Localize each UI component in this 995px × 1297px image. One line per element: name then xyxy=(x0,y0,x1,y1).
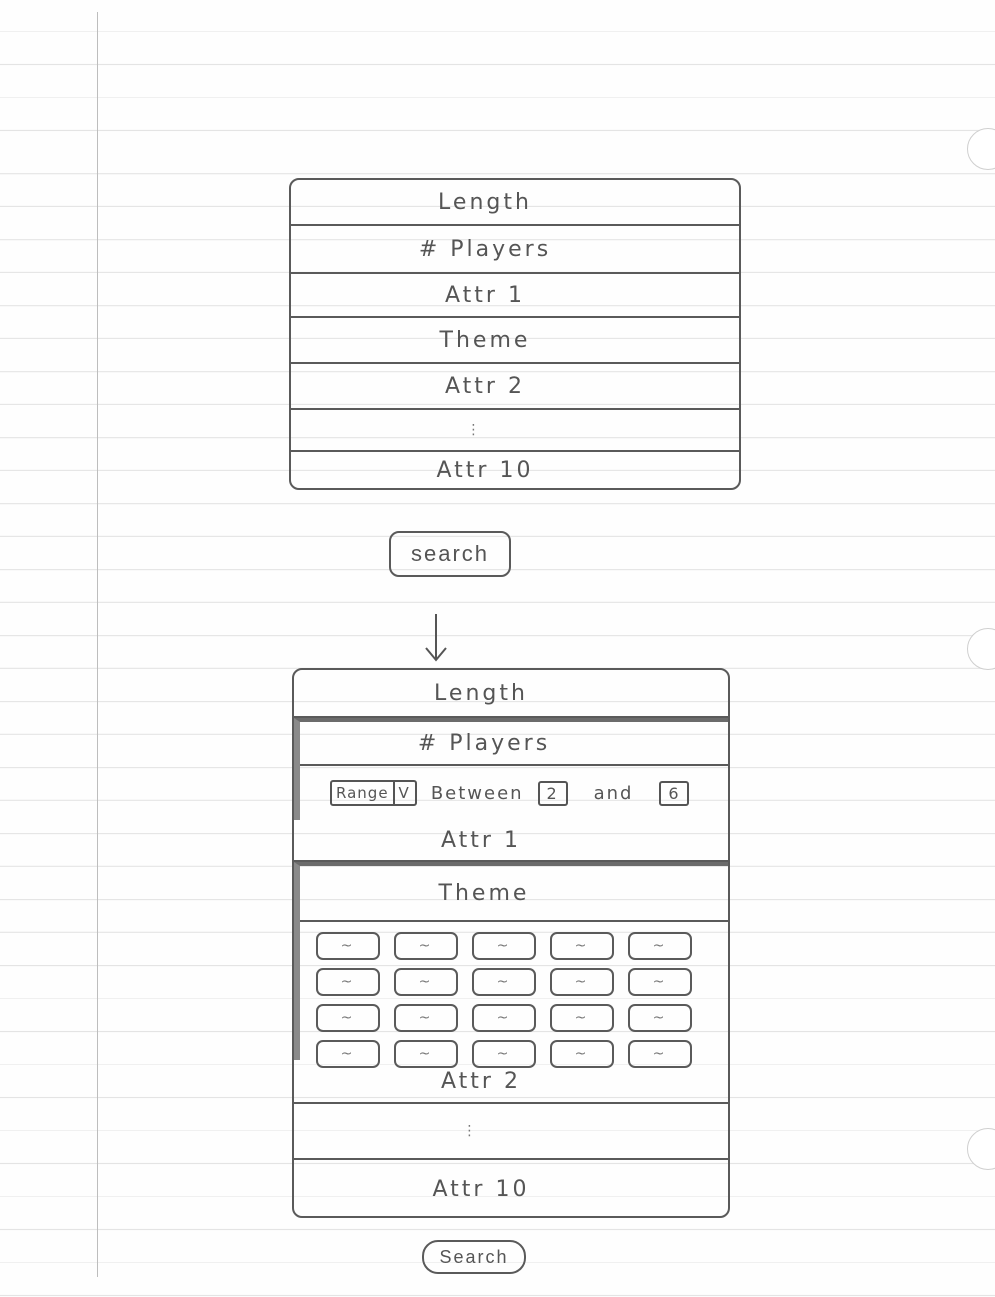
theme-chip[interactable]: ~ xyxy=(316,968,380,996)
theme-chip[interactable]: ~ xyxy=(394,1004,458,1032)
attr-row-label: Attr 2 xyxy=(445,373,525,399)
theme-expanded-section: Theme ~ ~ ~ ~ ~ ~ ~ ~ ~ ~ ~ ~ ~ ~ ~ ~ ~ ~ ~ ~ xyxy=(294,862,728,1068)
attribute-list-collapsed: Length # Players Attr 1 Theme Attr 2 ⋮ A… xyxy=(289,178,741,490)
attr-row-label: Attr 2 xyxy=(441,1068,521,1094)
attr-row-label: Attr 1 xyxy=(445,282,525,308)
players-expanded-section: # Players Range V Between 2 and 6 xyxy=(294,718,728,820)
theme-chip[interactable]: ~ xyxy=(316,932,380,960)
attribute-list-expanded: Length # Players Range V Between 2 and 6… xyxy=(292,668,730,1218)
theme-chip[interactable]: ~ xyxy=(472,932,536,960)
search-button[interactable]: Search xyxy=(422,1240,526,1274)
more-attributes-ellipsis: ⋮ xyxy=(466,422,484,438)
filter-mode-value: Range xyxy=(332,782,395,804)
attr-row-label: Length xyxy=(434,680,528,706)
attr-row-theme[interactable]: Theme xyxy=(300,866,728,922)
attr-row-label: Length xyxy=(438,189,532,215)
attr-row-label: # Players xyxy=(418,236,552,262)
attr-row-attr1[interactable]: Attr 1 xyxy=(294,820,728,862)
theme-chip[interactable]: ~ xyxy=(628,968,692,996)
attr-row-label: Attr 1 xyxy=(441,827,521,853)
attr-row-label: Attr 10 xyxy=(436,457,534,483)
search-button-label: search xyxy=(410,541,490,566)
theme-chip[interactable]: ~ xyxy=(394,932,458,960)
down-arrow-icon xyxy=(425,614,447,662)
filter-mode-select[interactable]: Range V xyxy=(330,780,417,806)
theme-chip[interactable]: ~ xyxy=(472,1004,536,1032)
attr-row-ellipsis: ⋮ xyxy=(291,410,739,452)
and-label: and xyxy=(593,782,634,804)
chevron-down-icon: V xyxy=(398,784,411,802)
attr-row-label: Attr 10 xyxy=(432,1176,530,1202)
theme-chip[interactable]: ~ xyxy=(550,968,614,996)
attr-row-theme[interactable]: Theme xyxy=(291,318,739,364)
min-players-input[interactable]: 2 xyxy=(537,780,568,806)
attr-row-label: Theme xyxy=(438,880,530,906)
search-button-label: Search xyxy=(439,1246,509,1267)
attr-row-label: # Players xyxy=(417,730,551,756)
between-label: Between xyxy=(430,782,524,804)
search-button[interactable]: search xyxy=(389,531,511,577)
attr-row-ellipsis: ⋮ xyxy=(294,1104,728,1160)
attr-row-length[interactable]: Length xyxy=(291,180,739,226)
attr-row-attr10[interactable]: Attr 10 xyxy=(291,452,739,488)
theme-chip[interactable]: ~ xyxy=(550,1004,614,1032)
attr-row-attr1[interactable]: Attr 1 xyxy=(291,274,739,318)
attr-row-players[interactable]: # Players xyxy=(291,226,739,274)
theme-chip[interactable]: ~ xyxy=(394,968,458,996)
theme-chip[interactable]: ~ xyxy=(628,1004,692,1032)
attr-row-attr2[interactable]: Attr 2 xyxy=(294,1060,728,1104)
attr-row-attr2[interactable]: Attr 2 xyxy=(291,364,739,410)
attr-row-players[interactable]: # Players xyxy=(300,722,728,766)
theme-chip[interactable]: ~ xyxy=(550,932,614,960)
theme-chip[interactable]: ~ xyxy=(316,1004,380,1032)
attr-row-label: Theme xyxy=(439,327,531,353)
max-players-input[interactable]: 6 xyxy=(659,780,690,806)
players-filter-row: Range V Between 2 and 6 xyxy=(300,766,728,820)
paper-margin-line xyxy=(97,12,98,1277)
theme-chip[interactable]: ~ xyxy=(472,968,536,996)
more-attributes-ellipsis: ⋮ xyxy=(462,1123,480,1139)
theme-chip-grid: ~ ~ ~ ~ ~ ~ ~ ~ ~ ~ ~ ~ ~ ~ ~ ~ ~ ~ ~ ~ xyxy=(300,922,728,1068)
attr-row-length[interactable]: Length xyxy=(294,670,728,718)
attr-row-attr10[interactable]: Attr 10 xyxy=(294,1160,728,1218)
theme-chip[interactable]: ~ xyxy=(628,932,692,960)
